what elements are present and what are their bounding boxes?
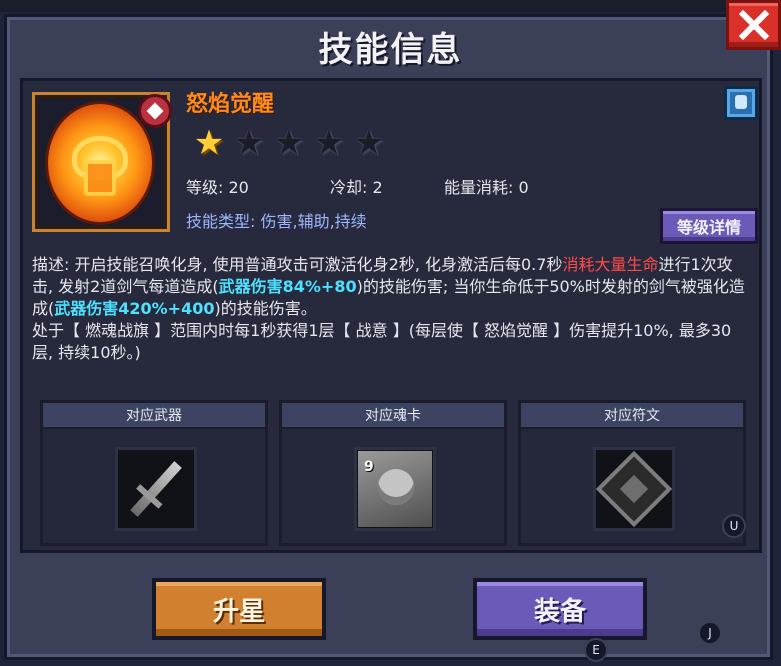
sword-icon [130,461,182,517]
star-rating: ★ ★ ★ ★ ★ [190,126,388,160]
weapon-slot: 对应武器 [40,400,268,546]
cooldown-stat: 冷却: 2 [330,178,383,197]
hotkey-e-badge: E [586,640,606,660]
level-detail-button[interactable]: 等级详情 [660,208,758,244]
flame-emblem-icon [48,104,152,222]
rune-icon [595,450,673,528]
desc-cost-highlight: 消耗大量生命 [562,255,659,274]
weapon-slot-label: 对应武器 [43,403,265,429]
close-button[interactable] [726,0,781,50]
weapon-slot-item[interactable] [115,447,197,531]
star-filled-icon: ★ [193,123,225,163]
desc-text: 描述: 开启技能召唤化身, 使用普通攻击可激活化身2秒, 化身激活后每0.7秒 [32,255,563,274]
background-strip [0,0,781,12]
skill-name: 怒焰觉醒 [186,92,275,117]
rune-slot-label: 对应符文 [521,403,743,429]
rune-slot-item[interactable] [593,447,675,531]
star-empty-icon: ★ [313,123,345,163]
dialog-title: 技能信息 [318,30,463,70]
skill-tag-icon[interactable] [724,86,758,120]
equip-button[interactable]: 装备 [473,578,647,640]
desc-text: )的技能伤害。 [214,299,317,318]
soul-card-level: 9 [364,459,374,475]
skill-description: 描述: 开启技能召唤化身, 使用普通攻击可激活化身2秒, 化身激活后每0.7秒消… [32,254,752,364]
upgrade-star-button[interactable]: 升星 [152,578,326,640]
soul-card-portrait-icon: 9 [358,451,432,527]
desc-damage-highlight: 武器伤害84%+80 [218,277,357,296]
star-empty-icon: ★ [353,123,385,163]
desc-text: 处于【 燃魂战旗 】范围内时每1秒获得1层【 战意 】(每层使【 怒焰觉醒 】伤… [32,321,732,362]
soul-card-slot: 对应魂卡 9 [279,400,507,546]
desc-damage-highlight: 武器伤害420%+400 [54,299,215,318]
rune-slot: 对应符文 [518,400,746,546]
hotkey-j-badge: J [700,623,720,643]
hotkey-u-badge: U [724,516,744,536]
soul-card-slot-item[interactable]: 9 [354,447,436,531]
skill-type: 技能类型: 伤害,辅助,持续 [186,212,367,231]
star-empty-icon: ★ [273,123,305,163]
energy-cost-stat: 能量消耗: 0 [444,178,529,197]
level-stat: 等级: 20 [186,178,249,197]
close-icon [738,10,769,40]
star-empty-icon: ★ [233,123,265,163]
gem-badge-icon [138,94,172,128]
soul-card-slot-label: 对应魂卡 [282,403,504,429]
